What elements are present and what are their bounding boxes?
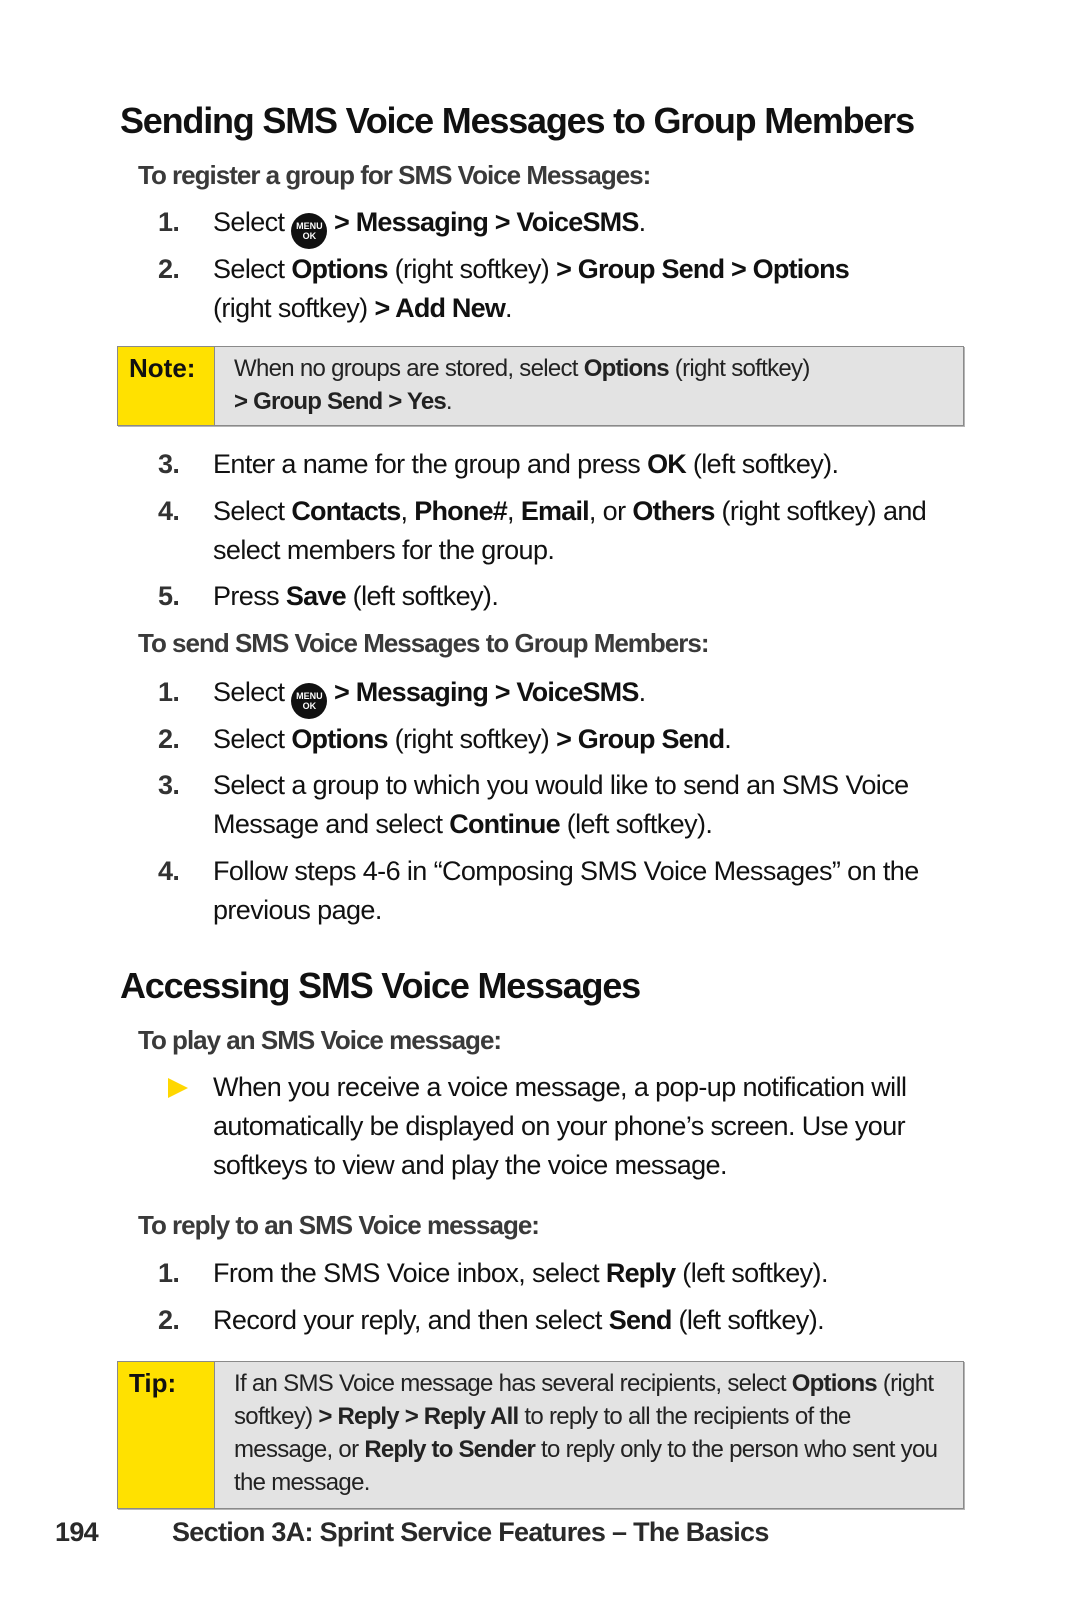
- note-label: Note:: [118, 347, 215, 425]
- tip-label: Tip:: [118, 1362, 215, 1508]
- register-step-3: 3. Enter a name for the group and press …: [158, 445, 978, 484]
- step-number: 1.: [158, 1258, 180, 1288]
- options-label: Options: [291, 254, 388, 284]
- register-step-5: 5. Press Save (left softkey).: [158, 577, 978, 616]
- step-number: 4.: [158, 856, 180, 886]
- section-title-sending: Sending SMS Voice Messages to Group Memb…: [120, 100, 915, 141]
- section-title-accessing: Accessing SMS Voice Messages: [120, 965, 641, 1006]
- footer-section-title: Section 3A: Sprint Service Features – Th…: [172, 1517, 769, 1547]
- tip-box: Tip: If an SMS Voice message has several…: [117, 1361, 964, 1509]
- send-step-2: 2. Select Options (right softkey) > Grou…: [158, 720, 978, 759]
- menu-ok-icon: MENU OK: [291, 213, 328, 249]
- subheading-reply: To reply to an SMS Voice message:: [138, 1210, 540, 1240]
- subheading-play: To play an SMS Voice message:: [138, 1025, 502, 1055]
- menu-path: > Messaging > VoiceSMS: [327, 207, 639, 237]
- step-number: 2.: [158, 724, 180, 754]
- step-number: 4.: [158, 496, 180, 526]
- reply-step-2: 2. Record your reply, and then select Se…: [158, 1301, 978, 1340]
- step-number: 3.: [158, 449, 180, 479]
- menu-ok-icon: MENU OK: [291, 683, 328, 719]
- note-text: When no groups are stored, select Option…: [234, 355, 810, 415]
- subheading-send-group: To send SMS Voice Messages to Group Memb…: [138, 628, 710, 658]
- note-box: Note: When no groups are stored, select …: [117, 346, 964, 426]
- play-bullet: When you receive a voice message, a pop-…: [168, 1068, 988, 1185]
- step-number: 5.: [158, 581, 180, 611]
- step-number: 2.: [158, 254, 180, 284]
- register-step-2: 2. Select Options (right softkey) > Grou…: [158, 250, 978, 328]
- step-number: 2.: [158, 1305, 180, 1335]
- send-step-1: 1. Select MENU OK > Messaging > VoiceSMS.: [158, 673, 978, 719]
- send-step-3: 3. Select a group to which you would lik…: [158, 766, 978, 844]
- tip-text: If an SMS Voice message has several reci…: [234, 1370, 938, 1496]
- send-step-4: 4. Follow steps 4-6 in “Composing SMS Vo…: [158, 852, 978, 930]
- step-number: 1.: [158, 207, 180, 237]
- register-step-4: 4. Select Contacts, Phone#, Email, or Ot…: [158, 492, 978, 570]
- subheading-register-group: To register a group for SMS Voice Messag…: [138, 160, 651, 190]
- page-number: 194: [55, 1517, 99, 1547]
- menu-path: > Add New: [374, 293, 506, 323]
- menu-path: > Group Send > Options: [556, 254, 850, 284]
- step-text: Select: [213, 207, 292, 237]
- bullet-arrow-icon: [168, 1078, 188, 1098]
- step-number: 3.: [158, 770, 180, 800]
- step-number: 1.: [158, 677, 180, 707]
- register-step-1: 1. Select MENU OK > Messaging > VoiceSMS.: [158, 203, 978, 249]
- reply-step-1: 1. From the SMS Voice inbox, select Repl…: [158, 1254, 978, 1293]
